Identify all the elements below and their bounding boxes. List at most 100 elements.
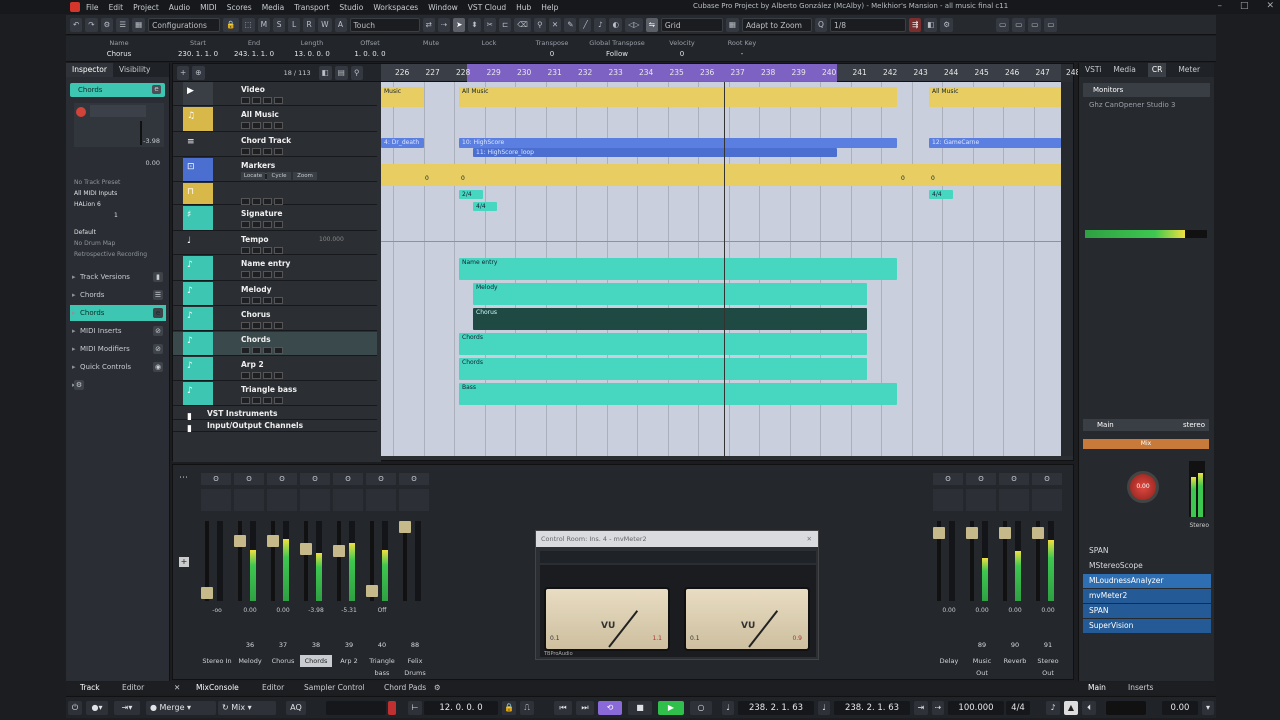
play-tool-icon[interactable]: ♪ — [594, 17, 607, 32]
channel-volume[interactable]: 0.00 — [267, 607, 299, 614]
channel-fader-track[interactable] — [300, 521, 312, 601]
signature-4-4-right[interactable]: 4/4 — [929, 190, 953, 199]
track-button[interactable] — [274, 322, 283, 329]
program-field[interactable]: Default — [74, 229, 164, 240]
configurations-select[interactable]: Configurations — [148, 17, 221, 32]
plugin-window-mvmeter2[interactable]: Control Room: Ins. 4 - mvMeter2 ✕ VU 0.1 1.… — [535, 530, 819, 660]
menu-edit[interactable]: Edit — [109, 3, 124, 12]
track-button[interactable] — [241, 271, 250, 278]
channel-fader-cap[interactable] — [399, 521, 411, 533]
close-editor-icon[interactable]: ✕ — [174, 682, 180, 694]
record-button[interactable]: ○ — [690, 701, 712, 715]
edit-instrument-icon[interactable]: e — [152, 85, 161, 94]
tab-main[interactable]: Main — [1088, 682, 1106, 694]
track-3[interactable]: ⊡ Markers Locate Cycle Zoom — [173, 158, 377, 182]
activate-project-icon[interactable]: ⏻ — [68, 701, 82, 715]
track-button[interactable] — [274, 297, 283, 304]
auto-scroll-icon[interactable]: ⇄ — [422, 17, 435, 32]
track-button[interactable] — [252, 297, 261, 304]
channel-pan[interactable]: ʘ — [267, 473, 297, 485]
track-controls[interactable] — [241, 122, 285, 131]
track-0[interactable]: ▶ Video — [173, 82, 377, 106]
play-button[interactable]: ▶ — [658, 701, 684, 715]
inspector-track-name[interactable]: Chords e — [70, 83, 165, 97]
track-7[interactable]: ♪ Name entry — [173, 256, 377, 281]
channel-buttons[interactable] — [333, 489, 363, 511]
primary-time-format-icon[interactable]: ♩ — [722, 701, 734, 715]
color-tool-icon[interactable]: ◐ — [609, 17, 623, 32]
solo-mode-button[interactable]: S — [273, 17, 286, 32]
monitor-device[interactable]: Ghz CanOpener Studio 3 — [1083, 98, 1210, 112]
tab-inserts[interactable]: Inserts — [1128, 682, 1153, 694]
track-button[interactable] — [263, 322, 272, 329]
track-button[interactable] — [241, 122, 250, 129]
channel-volume[interactable]: -oo — [201, 607, 233, 614]
insert-span[interactable]: SPAN — [1083, 544, 1211, 558]
channel-pan[interactable]: ʘ — [1032, 473, 1062, 485]
menu-hub[interactable]: Hub — [516, 3, 531, 12]
minimize-icon[interactable]: – — [1217, 1, 1222, 11]
info-mute[interactable]: Mute — [414, 39, 448, 50]
track-4[interactable]: ⊓ — [173, 183, 377, 205]
tab-inspector[interactable]: Inspector — [66, 63, 113, 77]
track-button[interactable] — [252, 322, 261, 329]
track-controls[interactable] — [241, 322, 285, 331]
track-button[interactable] — [274, 148, 283, 155]
track-button[interactable] — [252, 148, 261, 155]
channel-name[interactable]: Chorus — [267, 655, 299, 667]
tempo-display[interactable]: 100.000 — [948, 701, 1004, 715]
marker-highscore[interactable]: 10: HighScore — [459, 138, 897, 148]
menu-project[interactable]: Project — [133, 3, 159, 12]
insert-supervision[interactable]: SuperVision — [1083, 619, 1211, 633]
snap-type-select[interactable]: Grid — [660, 17, 723, 32]
output-level-display[interactable]: 0.00 — [1162, 701, 1198, 715]
layout-right-icon[interactable]: ▭ — [1028, 17, 1042, 32]
channel-strip[interactable]: ʘ 0.00 36 Melody — [234, 473, 266, 669]
add-folder-icon[interactable]: ⊕ — [192, 65, 205, 80]
add-channel-icon[interactable]: + — [179, 557, 189, 567]
track-button[interactable] — [274, 397, 283, 404]
channel-name[interactable]: Stereo In — [201, 655, 233, 667]
insert-mstereoscope[interactable]: MStereoScope — [1083, 559, 1211, 573]
track-controls[interactable] — [241, 247, 285, 256]
track-button[interactable] — [241, 297, 250, 304]
insert-mvmeter2[interactable]: mvMeter2 — [1083, 589, 1211, 603]
channel-volume[interactable]: -3.98 — [300, 607, 332, 614]
layout-lower-icon[interactable]: ▭ — [1012, 17, 1026, 32]
menu-transport[interactable]: Transport — [294, 3, 329, 12]
quantize-toggle-icon[interactable]: ⇶ — [908, 17, 922, 32]
go-to-next-icon[interactable]: ⏭ — [576, 701, 594, 715]
inspector-settings[interactable]: ⚙ — [70, 377, 166, 393]
channel-strip[interactable]: ʘ 0.00 37 Chorus — [267, 473, 299, 669]
channel-name[interactable]: Chords — [300, 655, 332, 667]
channel-strip[interactable]: ʘ -oo Stereo In — [201, 473, 233, 669]
layout-top-icon[interactable]: ▭ — [1044, 17, 1058, 32]
marker-highscore-loop[interactable]: 11: HighScore_loop — [473, 148, 837, 157]
channel-buttons[interactable] — [234, 489, 264, 511]
control-room-level-knob[interactable]: 0.00 — [1127, 471, 1159, 503]
track-button[interactable] — [252, 271, 261, 278]
channel-name[interactable]: Delay — [933, 655, 965, 667]
tab-sampler-control[interactable]: Sampler Control — [304, 682, 365, 694]
zoom-tool-icon[interactable]: ⚲ — [533, 17, 546, 32]
left-locator-icon[interactable]: ⊢ — [408, 701, 422, 715]
channel-strip[interactable]: ʘ -5.31 39 Arp 2 — [333, 473, 365, 669]
info-root-key[interactable]: Root Key - — [722, 39, 762, 58]
channel-strip[interactable]: ʘ 0.00 Delay — [933, 473, 965, 669]
section-track-versions[interactable]: Track Versions▮ — [70, 269, 166, 285]
track-button[interactable] — [241, 322, 250, 329]
info-start[interactable]: Start 230. 1. 1. 0 — [176, 39, 220, 58]
info-end[interactable]: End 243. 1. 1. 0 — [232, 39, 276, 58]
insert-mloudnessanalyzer[interactable]: MLoudnessAnalyzer — [1083, 574, 1211, 588]
menu-midi[interactable]: MIDI — [200, 3, 217, 12]
track-controls[interactable] — [241, 297, 285, 306]
track-8[interactable]: ♪ Melody — [173, 282, 377, 306]
track-button[interactable] — [252, 97, 261, 104]
gear-icon[interactable]: ⚙ — [74, 380, 84, 390]
channel-volume[interactable]: 0.00 — [234, 607, 266, 614]
channel-strip[interactable]: ʘ 0.00 91 Stereo Out — [1032, 473, 1064, 677]
channel-fader-cap[interactable] — [366, 585, 378, 597]
pre-roll-slider[interactable] — [326, 701, 386, 715]
channel-buttons[interactable] — [267, 489, 297, 511]
track-button[interactable] — [263, 221, 272, 228]
